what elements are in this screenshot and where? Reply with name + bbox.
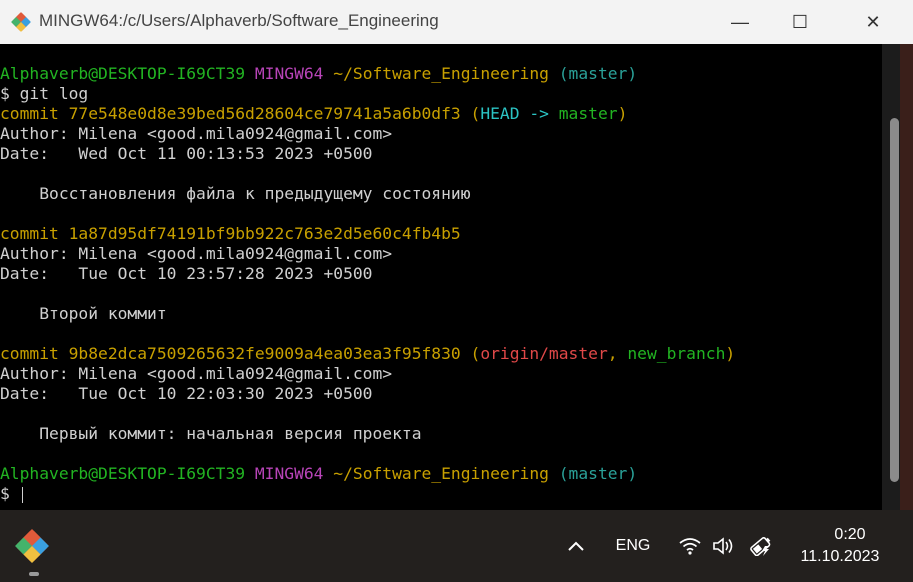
terminal-text: commit 9b8e2dca7509265632fe9009a4ea03ea3… [0, 344, 481, 363]
terminal-text: $ git log [0, 84, 89, 103]
terminal-line: Alphaverb@DESKTOP-I69CT39 MINGW64 ~/Soft… [0, 64, 637, 84]
window-title: MINGW64:/c/Users/Alphaverb/Software_Engi… [39, 11, 439, 30]
volume-icon[interactable] [707, 510, 741, 582]
terminal-text: , [607, 344, 628, 363]
terminal-text: (master) [548, 64, 638, 83]
git-bash-taskbar-icon[interactable] [10, 524, 54, 568]
text-cursor [21, 486, 23, 503]
scrollbar-edge [900, 44, 913, 510]
terminal-text: Date: Wed Oct 11 00:13:53 2023 +0500 [0, 144, 373, 163]
terminal-text: ~/Software_Engineering [333, 64, 549, 83]
terminal-output[interactable]: Alphaverb@DESKTOP-I69CT39 MINGW64 ~/Soft… [0, 44, 882, 510]
terminal-line: commit 1a87d95df74191bf9bb922c763e2d5e60… [0, 224, 461, 244]
terminal-text: Второй коммит [0, 304, 167, 323]
terminal-text: (master) [548, 464, 638, 483]
terminal-text: origin/master [480, 344, 608, 363]
terminal-text: MINGW64 [254, 464, 334, 483]
terminal-text: master [558, 104, 618, 123]
terminal-line: Восстановления файла к предыдущему состо… [0, 184, 471, 204]
language-label: ENG [615, 537, 651, 554]
clock-date[interactable]: 11.10.2023 [792, 548, 888, 566]
minimize-icon: — [731, 11, 749, 32]
terminal-text: Alphaverb@DESKTOP-I69CT39 [0, 464, 255, 483]
terminal-text: Author: Milena <good.mila0924@gmail.com> [0, 244, 393, 263]
terminal-text: Author: Milena <good.mila0924@gmail.com> [0, 124, 393, 143]
terminal-line: $ [0, 484, 23, 504]
minimize-button[interactable]: — [710, 0, 770, 44]
active-app-indicator [29, 572, 39, 576]
terminal-line: commit 77e548e0d8e39bed56d28604ce79741a5… [0, 104, 627, 124]
terminal-text: ) [725, 344, 736, 363]
terminal-text: commit 77e548e0d8e39bed56d28604ce79741a5… [0, 104, 481, 123]
terminal-text: Восстановления файла к предыдущему состо… [0, 184, 471, 203]
title-bar: MINGW64:/c/Users/Alphaverb/Software_Engi… [0, 0, 913, 44]
language-indicator[interactable]: ENG [605, 510, 661, 582]
chevron-up-icon[interactable] [558, 510, 594, 582]
terminal-text: $ [0, 484, 20, 503]
terminal-text: Author: Milena <good.mila0924@gmail.com> [0, 364, 393, 383]
close-button[interactable]: ✕ [843, 0, 903, 44]
terminal-line: commit 9b8e2dca7509265632fe9009a4ea03ea3… [0, 344, 735, 364]
terminal-text: Date: Tue Oct 10 22:03:30 2023 +0500 [0, 384, 373, 403]
terminal-line: Alphaverb@DESKTOP-I69CT39 MINGW64 ~/Soft… [0, 464, 637, 484]
clock-time[interactable]: 0:20 [790, 524, 910, 546]
maximize-button[interactable]: ☐ [770, 0, 830, 44]
terminal-line: Date: Tue Oct 10 23:57:28 2023 +0500 [0, 264, 372, 284]
battery-charging-icon[interactable] [743, 510, 779, 582]
terminal-text: Alphaverb@DESKTOP-I69CT39 [0, 64, 255, 83]
taskbar: ENG 0:20 11.10.2023 [0, 510, 913, 582]
maximize-icon: ☐ [791, 11, 809, 32]
terminal-line: Date: Tue Oct 10 22:03:30 2023 +0500 [0, 384, 372, 404]
terminal-text: commit 1a87d95df74191bf9bb922c763e2d5e60… [0, 224, 461, 243]
terminal-line: Первый коммит: начальная версия проекта [0, 424, 422, 444]
terminal-text: new_branch [627, 344, 726, 363]
terminal-line: Author: Milena <good.mila0924@gmail.com> [0, 244, 392, 264]
terminal-line: $ git log [0, 84, 88, 104]
terminal-text: MINGW64 [254, 64, 334, 83]
terminal-text: ~/Software_Engineering [333, 464, 549, 483]
terminal-text: Первый коммит: начальная версия проекта [0, 424, 422, 443]
terminal-line: Date: Wed Oct 11 00:13:53 2023 +0500 [0, 144, 372, 164]
git-bash-icon [11, 12, 31, 32]
terminal-text: ) [617, 104, 628, 123]
terminal-line: Второй коммит [0, 304, 167, 324]
terminal-line: Author: Milena <good.mila0924@gmail.com> [0, 364, 392, 384]
terminal-text: HEAD -> [480, 104, 559, 123]
wifi-icon[interactable] [673, 510, 707, 582]
close-icon: ✕ [865, 11, 881, 32]
terminal-text: Date: Tue Oct 10 23:57:28 2023 +0500 [0, 264, 373, 283]
terminal-line: Author: Milena <good.mila0924@gmail.com> [0, 124, 392, 144]
scrollbar-thumb[interactable] [890, 118, 899, 482]
